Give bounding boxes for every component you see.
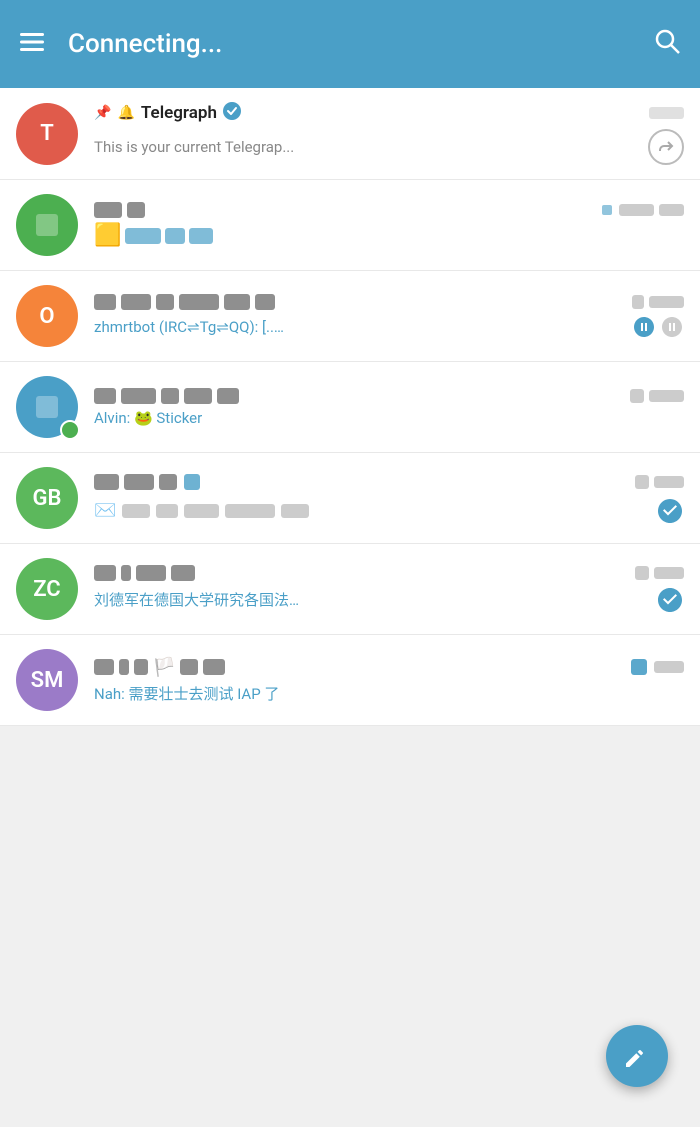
mic-icon: 🔔	[117, 105, 134, 121]
chat-item-2[interactable]: 🟨	[0, 180, 700, 271]
chat-content-2: 🟨	[94, 202, 684, 248]
preview-row-2: 🟨	[94, 223, 213, 248]
menu-icon[interactable]	[20, 32, 44, 57]
avatar-telegraph: T	[16, 103, 78, 165]
header-title: Connecting...	[68, 29, 654, 59]
preview-text-7: Nah: 需要壮士去测试 IAP 了	[94, 683, 684, 704]
avatar-6: ZC	[16, 558, 78, 620]
preview-text-telegraph: This is your current Telegrap...	[94, 138, 648, 156]
name-blurred-6	[94, 565, 195, 581]
avatar-4	[16, 376, 78, 438]
header: Connecting...	[0, 0, 700, 88]
chat-item-5[interactable]: GB ✉️	[0, 453, 700, 544]
name-blurred-2	[94, 202, 145, 218]
chat-content-4: Alvin: 🐸 Sticker	[94, 388, 684, 427]
telegraph-name-text: Telegraph	[141, 103, 217, 123]
chat-item-3[interactable]: O zhmrtbot (IRC⇌Tg⇌QQ): [..…	[0, 271, 700, 362]
compose-icon	[623, 1042, 651, 1070]
status-icon-5	[656, 497, 684, 525]
chat-content-5: ✉️	[94, 472, 684, 525]
name-blurred-4	[94, 388, 239, 404]
compose-fab[interactable]	[606, 1025, 668, 1087]
time-telegraph	[649, 107, 684, 119]
avatar-2	[16, 194, 78, 256]
chat-content-7: 🏳️ Nah: 需要壮士去测试 IAP 了	[94, 657, 684, 704]
name-blurred-3	[94, 294, 275, 310]
chat-item-telegraph[interactable]: T 📌 🔔 Telegraph	[0, 88, 700, 180]
verified-badge-telegraph	[223, 102, 241, 124]
pin-icon: 📌	[94, 105, 111, 121]
chat-content-3: zhmrtbot (IRC⇌Tg⇌QQ): [..…	[94, 294, 684, 339]
avatar-3: O	[16, 285, 78, 347]
preview-row-5: ✉️	[94, 500, 656, 521]
chat-list: T 📌 🔔 Telegraph	[0, 88, 700, 726]
avatar-7: SM	[16, 649, 78, 711]
preview-text-4: Alvin: 🐸 Sticker	[94, 409, 684, 427]
chat-content-6: 刘德军在德国大学研究各国法…	[94, 565, 684, 614]
status-icon-6	[656, 586, 684, 614]
preview-text-6: 刘德军在德国大学研究各国法…	[94, 589, 650, 610]
chat-content-telegraph: 📌 🔔 Telegraph This is your current Teleg	[94, 102, 684, 165]
share-button-telegraph[interactable]	[648, 129, 684, 165]
chat-item-6[interactable]: ZC 刘德军在德国大学研究各国法…	[0, 544, 700, 635]
chat-item-4[interactable]: Alvin: 🐸 Sticker	[0, 362, 700, 453]
chat-item-7[interactable]: SM 🏳️ Nah: 需要壮士去测试 IAP 了	[0, 635, 700, 726]
preview-text-3: zhmrtbot (IRC⇌Tg⇌QQ): [..…	[94, 318, 626, 336]
preview-row-telegraph: This is your current Telegrap...	[94, 129, 684, 165]
name-blurred-7: 🏳️	[94, 657, 225, 678]
search-icon[interactable]	[654, 28, 680, 60]
avatar-5: GB	[16, 467, 78, 529]
chat-name-telegraph: 📌 🔔 Telegraph	[94, 102, 649, 124]
name-blurred-5	[94, 472, 202, 492]
